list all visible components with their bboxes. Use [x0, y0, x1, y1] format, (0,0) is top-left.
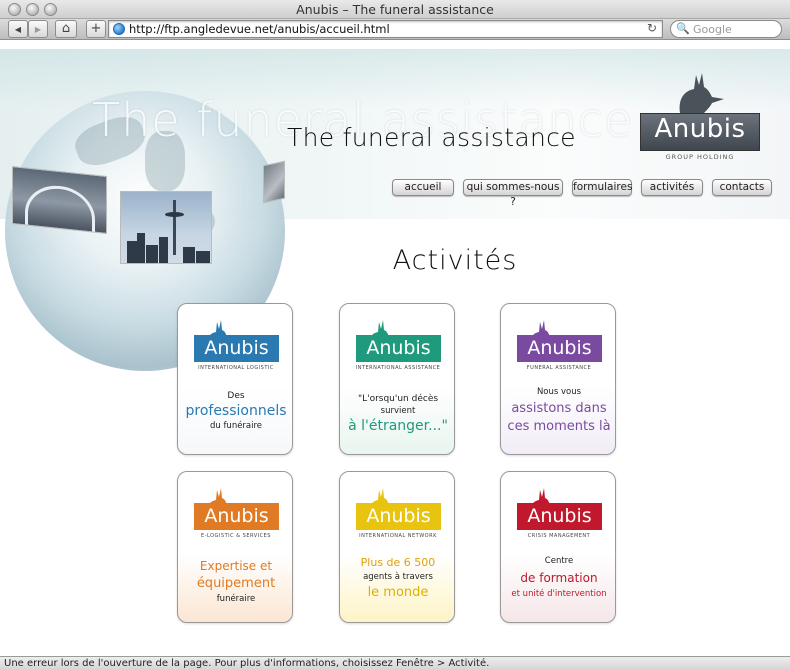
- card-logo-word: Anubis: [204, 505, 269, 527]
- logo-wordmark: Anubis: [654, 114, 746, 144]
- nav-contacts[interactable]: contacts: [712, 179, 772, 196]
- plus-icon: +: [90, 21, 102, 36]
- card-text-line: professionnels: [185, 403, 287, 419]
- logo-subtitle: GROUP HOLDING: [665, 153, 735, 161]
- card-text-line: le monde: [367, 585, 429, 600]
- nav-accueil[interactable]: accueil: [392, 179, 454, 196]
- card-text-line: assistons dans: [511, 401, 607, 416]
- activity-card-logistic[interactable]: Anubis INTERNATIONAL LOGISTIC Des professio…: [177, 303, 293, 455]
- activity-card-funeral[interactable]: Anubis FUNERAL ASSISTANCE Nous vous assisto…: [500, 303, 616, 455]
- browser-toolbar: ◀ ▶ ⌂ + http://ftp.angledevue.net/anubis…: [0, 19, 790, 40]
- activity-card-network[interactable]: Anubis INTERNATIONAL NETWORK Plus de 6 500…: [339, 471, 455, 623]
- url-text[interactable]: http://ftp.angledevue.net/anubis/accueil…: [129, 22, 390, 36]
- card-text-line: Des: [227, 391, 245, 401]
- card-text-line: à l'étranger...": [348, 418, 448, 434]
- web-page: The funeral assistance The funeral assis…: [0, 41, 790, 656]
- card-logo-subtitle: INTERNATIONAL LOGISTIC: [198, 365, 274, 371]
- card-logo-word: Anubis: [527, 505, 592, 527]
- address-bar[interactable]: http://ftp.angledevue.net/anubis/accueil…: [108, 20, 663, 38]
- bridge-photo: [12, 166, 107, 234]
- card-logo-word: Anubis: [527, 337, 592, 359]
- search-icon: 🔍: [676, 22, 690, 35]
- home-button[interactable]: ⌂: [55, 20, 77, 38]
- card-logo-word: Anubis: [366, 337, 431, 359]
- window-titlebar: Anubis – The funeral assistance: [0, 0, 790, 19]
- card-text-line: agents à travers: [363, 572, 433, 582]
- activity-card-services[interactable]: Anubis E-LOGISTIC & SERVICES Expertise et é…: [177, 471, 293, 623]
- anubis-logo[interactable]: Anubis GROUP HOLDING: [640, 69, 760, 169]
- card-text-line: "L'orsqu'un décès: [357, 394, 439, 404]
- card-text-line: du funéraire: [209, 421, 263, 431]
- activity-card-assistance[interactable]: Anubis INTERNATIONAL ASSISTANCE "L'orsqu'u…: [339, 303, 455, 455]
- site-title: The funeral assistance: [287, 123, 576, 152]
- card-text-line: Expertise et: [199, 559, 273, 573]
- search-placeholder: Google: [693, 23, 732, 36]
- structure-photo: [263, 160, 285, 204]
- card-text-line: et unité d'intervention: [511, 589, 607, 599]
- card-text-line: survient: [380, 406, 416, 416]
- card-text-line: équipement: [196, 576, 276, 591]
- window-title: Anubis – The funeral assistance: [296, 2, 494, 17]
- card-logo-subtitle: FUNERAL ASSISTANCE: [526, 365, 592, 371]
- page-title: Activités: [392, 245, 518, 276]
- back-button[interactable]: ◀: [8, 20, 28, 38]
- card-text-line: de formation: [520, 571, 598, 585]
- status-bar: Une erreur lors de l'ouverture de la pag…: [0, 656, 790, 670]
- card-logo-word: Anubis: [204, 337, 269, 359]
- card-text-line: funéraire: [216, 594, 256, 604]
- globe-icon: [113, 23, 125, 35]
- add-bookmark-button[interactable]: +: [86, 20, 106, 38]
- card-text-line: Plus de 6 500: [360, 556, 436, 569]
- card-logo-subtitle: E-LOGISTIC & SERVICES: [201, 533, 271, 539]
- jackal-icon: [679, 73, 724, 113]
- card-text-line: Nous vous: [536, 387, 582, 397]
- forward-button[interactable]: ▶: [28, 20, 48, 38]
- card-logo-subtitle: CRISIS MANAGEMENT: [527, 533, 591, 539]
- activity-card-crisis[interactable]: Anubis CRISIS MANAGEMENT Centre de formatio…: [500, 471, 616, 623]
- card-logo-subtitle: INTERNATIONAL ASSISTANCE: [355, 365, 441, 371]
- home-icon: ⌂: [61, 21, 71, 36]
- nav-qui-sommes-nous[interactable]: qui sommes-nous ?: [463, 179, 563, 208]
- back-arrow-icon: ◀: [14, 25, 22, 34]
- card-text-line: ces moments là: [507, 419, 611, 434]
- reload-icon[interactable]: ↻: [647, 21, 657, 35]
- card-logo-subtitle: INTERNATIONAL NETWORK: [359, 533, 437, 539]
- nav-formulaires[interactable]: formulaires: [572, 179, 632, 196]
- card-text-line: Centre: [544, 556, 574, 566]
- forward-arrow-icon: ▶: [34, 25, 42, 34]
- card-logo-word: Anubis: [366, 505, 431, 527]
- search-field[interactable]: 🔍 Google: [670, 20, 782, 38]
- nav-activites[interactable]: activités: [641, 179, 703, 196]
